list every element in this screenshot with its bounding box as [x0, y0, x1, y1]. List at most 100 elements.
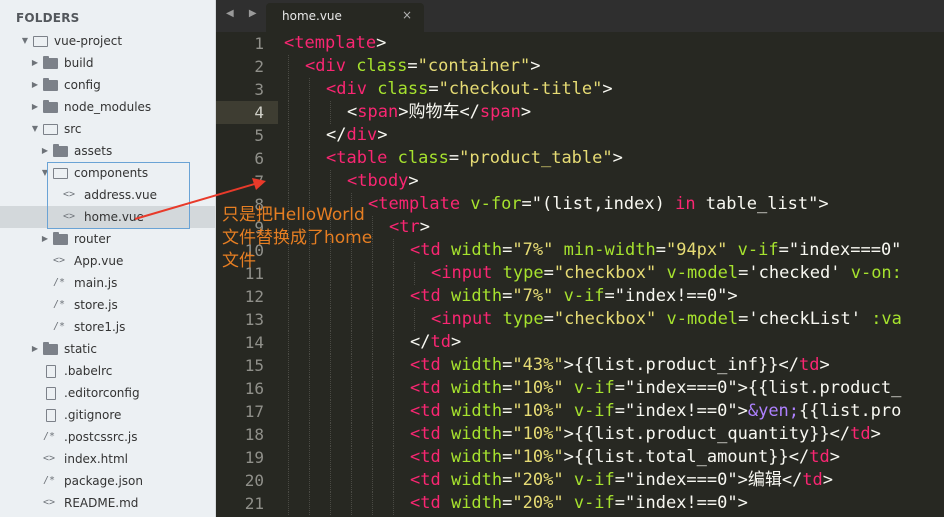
tree-item[interactable]: ▼ src: [0, 118, 215, 140]
tree-item[interactable]: ▶ assets: [0, 140, 215, 162]
indent-guide: [330, 446, 331, 469]
chevron-right-icon[interactable]: ▶: [30, 338, 40, 360]
tree-item[interactable]: /* store.js: [0, 294, 215, 316]
code-line[interactable]: </td>: [410, 331, 461, 354]
code-token: "checkbox": [553, 309, 657, 329]
indent-guide: [330, 101, 331, 124]
tree-item[interactable]: ▶ static: [0, 338, 215, 360]
tree-item[interactable]: ▶ config: [0, 74, 215, 96]
code-line[interactable]: <td width="20%" v-if="index===0">编辑</td>: [410, 469, 833, 492]
tree-item[interactable]: ▼ vue-project: [0, 30, 215, 52]
code-line[interactable]: <td width="7%" v-if="index!==0">: [410, 285, 738, 308]
folder-icon: [53, 232, 68, 245]
code-line[interactable]: <table class="product_table">: [326, 147, 623, 170]
code-token: width: [450, 378, 503, 398]
code-token: =: [543, 309, 554, 329]
line-number: 19: [244, 448, 264, 467]
indent-guide: [309, 285, 310, 308]
close-icon[interactable]: ×: [402, 8, 412, 22]
indent-guide: [309, 354, 310, 377]
indent-guide: [309, 331, 310, 354]
line-number: 13: [244, 310, 264, 329]
code-token: type: [502, 263, 544, 283]
code-line[interactable]: <div class="container">: [305, 55, 540, 78]
chevron-right-icon[interactable]: ▶: [40, 228, 50, 250]
code-line[interactable]: <td width="10%" v-if="index!==0">&yen;{{…: [410, 400, 901, 423]
line-number: 6: [254, 149, 264, 168]
code-line[interactable]: <tr>: [389, 216, 430, 239]
line-number: 12: [244, 287, 264, 306]
tree-item[interactable]: ▶ build: [0, 52, 215, 74]
tree-item-label: src: [64, 122, 82, 136]
tree-item[interactable]: .gitignore: [0, 404, 215, 426]
code-token: :va: [871, 309, 902, 329]
code-token: <td: [410, 286, 451, 306]
code-line[interactable]: <tbody>: [347, 170, 419, 193]
indent-guide: [288, 400, 289, 423]
code-line[interactable]: <template v-for="(list,index) in table_l…: [368, 193, 829, 216]
tree-item[interactable]: /* main.js: [0, 272, 215, 294]
indent-guide: [372, 308, 373, 331]
folder-icon: [43, 100, 58, 113]
indent-guide: [351, 400, 352, 423]
code-token: td: [802, 470, 823, 490]
code-token: <td: [410, 470, 451, 490]
code-line[interactable]: <td width="7%" min-width="94px" v-if="in…: [410, 239, 901, 262]
code-token: =: [655, 240, 666, 260]
chevron-down-icon[interactable]: ▼: [30, 118, 40, 140]
code-token: <template: [284, 33, 377, 53]
chevron-down-icon[interactable]: ▼: [20, 30, 30, 52]
code-line[interactable]: <td width="43%">{{list.product_inf}}</td…: [410, 354, 830, 377]
tree-item[interactable]: ▶ node_modules: [0, 96, 215, 118]
code-token: v-for: [470, 194, 522, 214]
code-line[interactable]: <td width="10%">{{list.product_quantity}…: [410, 423, 881, 446]
code-line[interactable]: <td width="20%" v-if="index!==0">: [410, 492, 748, 515]
code-editor[interactable]: 1 2 3 4 5 6 7 8 9 10 11 12 13 14 15 16 17 18 19 20 21 <templ…: [216, 32, 944, 517]
tree-item[interactable]: <> index.html: [0, 448, 215, 470]
code-line[interactable]: <td width="10%">{{list.total_amount}}</t…: [410, 446, 840, 469]
code-token: </: [326, 125, 347, 145]
chevron-right-icon[interactable]: ▶: [30, 74, 40, 96]
tab-home-vue[interactable]: home.vue ×: [266, 3, 424, 32]
code-line[interactable]: <template>: [284, 32, 386, 55]
annotation-line-3: 文件: [222, 251, 256, 271]
tab-nav-arrows[interactable]: ◀ ▶: [226, 8, 263, 19]
code-line[interactable]: <div class="checkout-title">: [326, 78, 613, 101]
chevron-right-icon[interactable]: ▶: [30, 52, 40, 74]
indent-guide: [288, 354, 289, 377]
code-token: span: [357, 102, 399, 122]
code-token: >: [822, 470, 834, 490]
code-token: >: [450, 332, 462, 352]
tree-item[interactable]: .editorconfig: [0, 382, 215, 404]
code-token: width: [450, 240, 503, 260]
tree-item[interactable]: <> App.vue: [0, 250, 215, 272]
indent-guide: [330, 285, 331, 308]
code-line[interactable]: </div>: [326, 124, 387, 147]
code-line[interactable]: <td width="10%" v-if="index===0">{{list.…: [410, 377, 901, 400]
indent-guide: [372, 492, 373, 515]
code-token: =: [543, 263, 554, 283]
indent-guide: [351, 285, 352, 308]
tree-item[interactable]: /* .postcssrc.js: [0, 426, 215, 448]
chevron-right-icon[interactable]: ▶: [30, 96, 40, 118]
tree-item[interactable]: ▶ router: [0, 228, 215, 250]
indent-guide: [393, 331, 394, 354]
code-token: ="index===0">{{list.product_: [614, 378, 902, 398]
tree-item[interactable]: .babelrc: [0, 360, 215, 382]
code-token: <td: [410, 401, 451, 421]
code-line[interactable]: <span>购物车</span>: [347, 101, 531, 124]
code-line[interactable]: <input type="checkbox" v-model='checked'…: [431, 262, 902, 285]
chevron-right-icon[interactable]: ▶: [40, 140, 50, 162]
code-token: v-if: [573, 470, 615, 490]
indent-guide: [393, 308, 394, 331]
tree-item[interactable]: /* package.json: [0, 470, 215, 492]
tree-item[interactable]: <> README.md: [0, 492, 215, 514]
code-token: =: [502, 286, 513, 306]
tree-item-label: build: [64, 56, 94, 70]
code-line[interactable]: <input type="checkbox" v-model='checkLis…: [431, 308, 902, 331]
indent-guide: [351, 354, 352, 377]
tree-item-label: index.html: [64, 452, 128, 466]
tree-item[interactable]: /* store1.js: [0, 316, 215, 338]
tree-item-label: assets: [74, 144, 113, 158]
